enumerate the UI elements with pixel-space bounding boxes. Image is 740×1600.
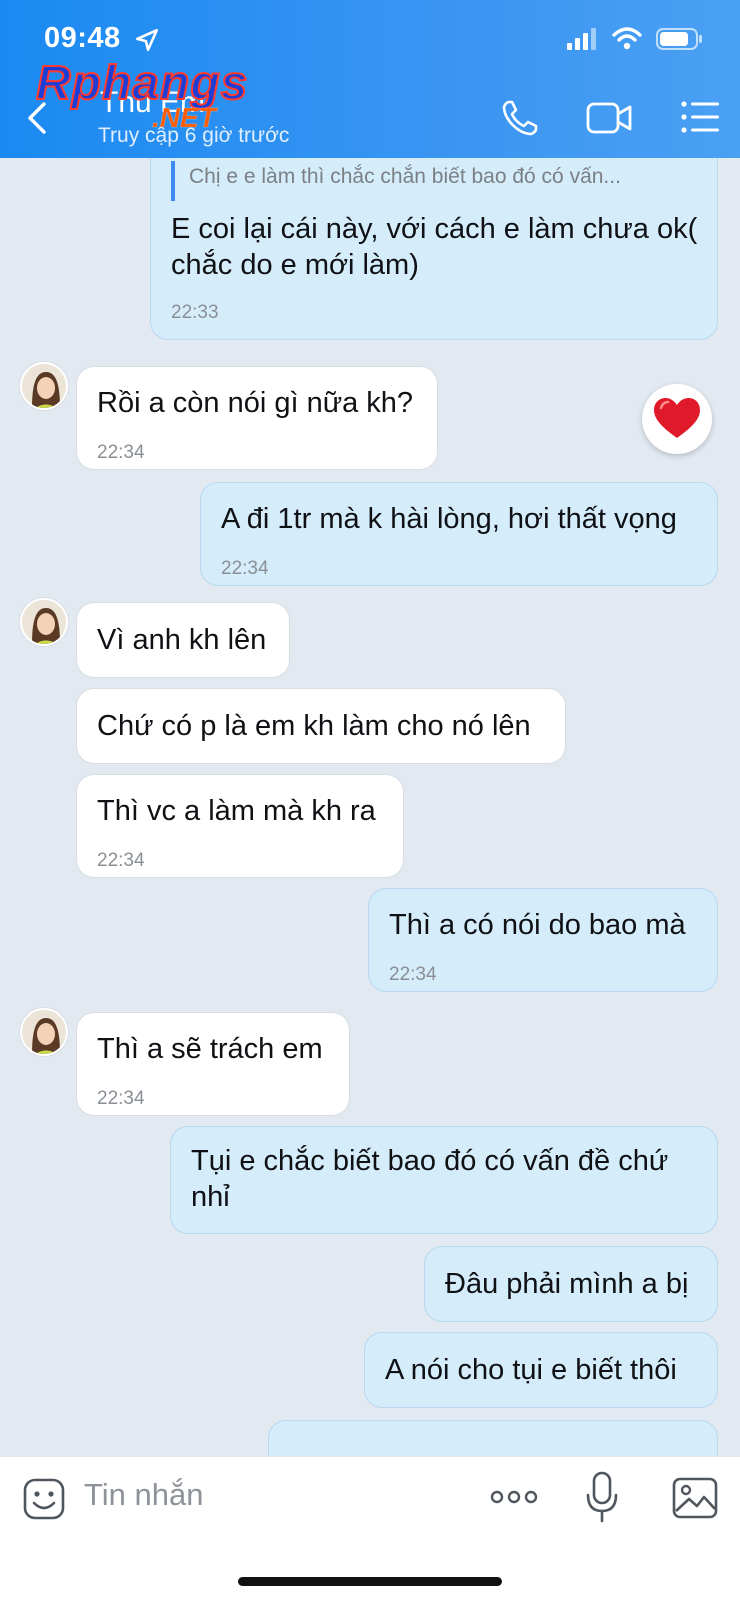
message-text: A đi 1tr mà k hài lòng, hơi thất vọng (221, 503, 677, 535)
message-text: Đâu phải mình a bị (445, 1268, 689, 1300)
outgoing-message[interactable]: Đâu phải mình a bị (424, 1246, 718, 1322)
outgoing-message[interactable]: Chị e e làm thì chắc chắn biết bao đó có… (150, 158, 718, 340)
video-call-icon[interactable] (586, 98, 632, 138)
avatar[interactable] (20, 598, 68, 646)
message-composer: Tin nhắn (0, 1456, 740, 1600)
message-text: Vì anh kh lên (97, 624, 267, 656)
signal-icon (567, 28, 596, 50)
outgoing-message[interactable]: A nói cho tụi e biết thôi (364, 1332, 718, 1408)
incoming-message[interactable]: Chứ có p là em kh làm cho nó lên (76, 688, 566, 764)
message-list[interactable]: Chị e e làm thì chắc chắn biết bao đó có… (0, 158, 740, 1456)
contact-avatar-image (22, 1010, 66, 1054)
more-options-icon[interactable] (490, 1487, 538, 1507)
outgoing-message[interactable]: Tụi e chắc biết bao đó có vấn đề chứ nhỉ (170, 1126, 718, 1234)
message-text: Chứ có p là em kh làm cho nó lên (97, 710, 531, 742)
avatar[interactable] (20, 362, 68, 410)
heart-icon (654, 398, 700, 438)
incoming-message[interactable]: Thì a sẽ trách em 22:34 (76, 1012, 350, 1116)
microphone-icon[interactable] (584, 1471, 620, 1523)
message-text: Tụi e chắc biết bao đó có vấn đề chứ nhỉ (191, 1145, 669, 1213)
message-text: Thì a có nói do bao mà (389, 909, 686, 941)
phone-call-icon[interactable] (500, 98, 540, 138)
incoming-message[interactable]: Thì vc a làm mà kh ra 22:34 (76, 774, 404, 878)
message-time: 22:34 (97, 442, 145, 463)
home-indicator[interactable] (238, 1577, 502, 1586)
incoming-message[interactable]: Rồi a còn nói gì nữa kh? 22:34 (76, 366, 438, 470)
message-time: 22:33 (171, 302, 219, 323)
reaction-badge[interactable] (642, 384, 712, 454)
watermark-logo: Rphangs .NET (35, 56, 249, 134)
outgoing-message[interactable]: Thì a có nói do bao mà 22:34 (368, 888, 718, 992)
sticker-emoji-icon[interactable] (22, 1477, 66, 1521)
message-text: Rồi a còn nói gì nữa kh? (97, 387, 414, 419)
incoming-message[interactable]: Vì anh kh lên (76, 602, 290, 678)
image-gallery-icon[interactable] (672, 1477, 718, 1519)
outgoing-message-partial[interactable] (268, 1420, 718, 1456)
wifi-icon (612, 27, 642, 50)
menu-list-icon[interactable] (680, 98, 720, 136)
message-text: Thì vc a làm mà kh ra (97, 795, 376, 827)
message-time: 22:34 (389, 964, 437, 985)
outgoing-message[interactable]: A đi 1tr mà k hài lòng, hơi thất vọng 22… (200, 482, 718, 586)
chat-header: 09:48 Thu Em Truy cập 6 giờ trước Rphang… (0, 0, 740, 158)
battery-icon (656, 28, 702, 50)
message-text: E coi lại cái này, với cách e làm chưa o… (171, 213, 698, 281)
contact-avatar-image (22, 600, 66, 644)
quoted-message[interactable]: Chị e e làm thì chắc chắn biết bao đó có… (171, 161, 701, 201)
message-time: 22:34 (221, 558, 269, 579)
message-time: 22:34 (97, 1088, 145, 1109)
message-text: A nói cho tụi e biết thôi (385, 1354, 677, 1386)
avatar[interactable] (20, 1008, 68, 1056)
message-text: Thì a sẽ trách em (97, 1033, 323, 1065)
contact-avatar-image (22, 364, 66, 408)
message-input[interactable]: Tin nhắn (84, 1477, 204, 1513)
status-time: 09:48 (44, 22, 121, 54)
message-time: 22:34 (97, 850, 145, 871)
location-arrow-icon (135, 28, 159, 52)
